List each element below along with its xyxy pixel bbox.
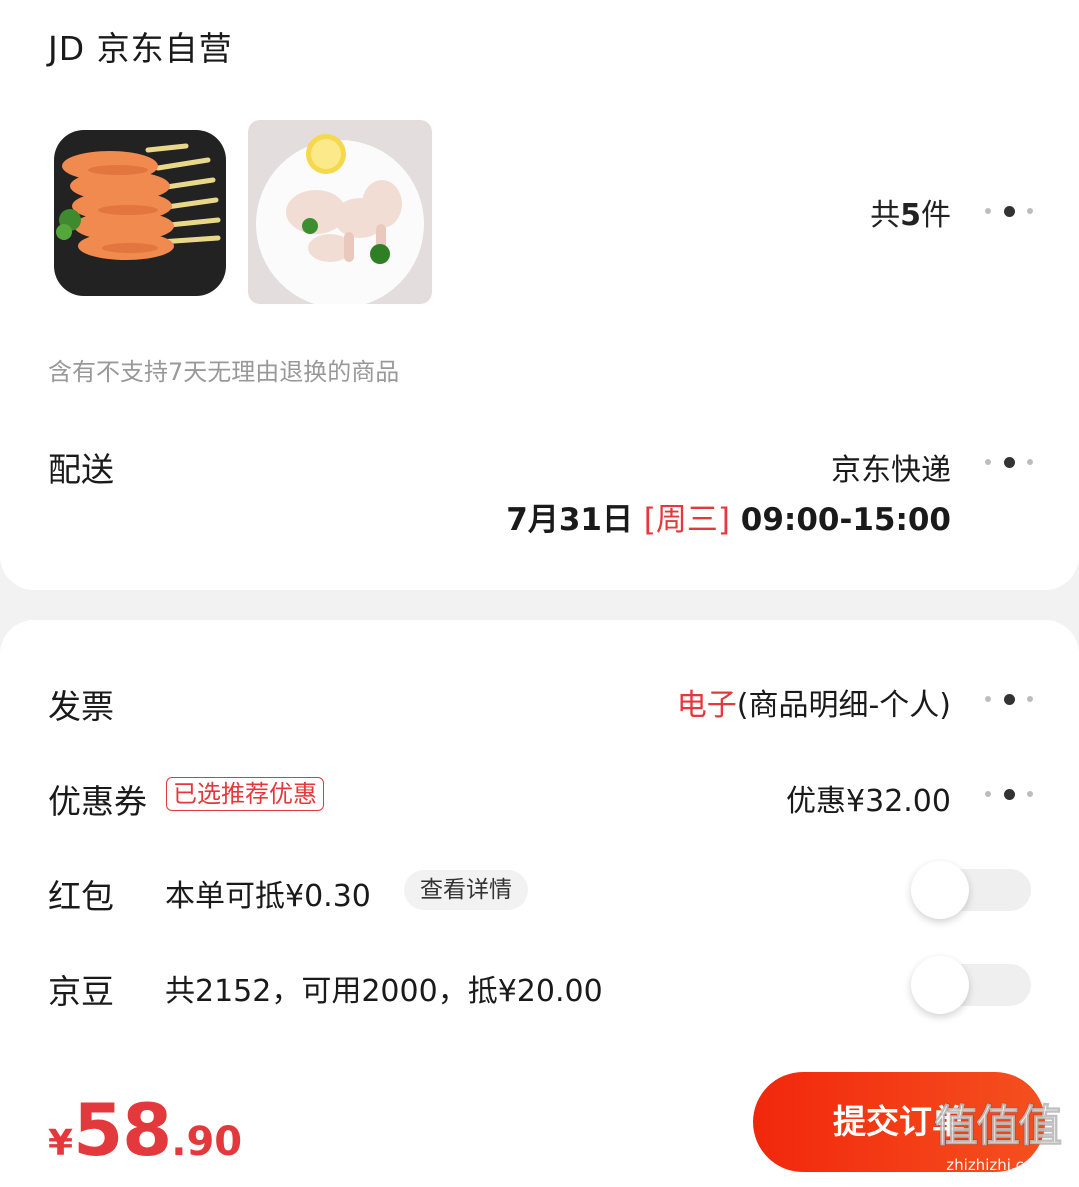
coupon-more-icon[interactable] <box>985 784 1033 804</box>
jingdou-text: 共2152，可用2000，抵¥20.00 <box>165 974 603 1009</box>
watermark-logo: 值值值 zhizhizhi.com <box>923 1098 1071 1180</box>
order-items-card: JD 京东自营 共5件 含有不支持7天无理由退换的商品 配送 京东快递 7月31… <box>0 0 1079 590</box>
product-count[interactable]: 共5件 <box>870 190 951 234</box>
coupon-label: 优惠券 <box>48 782 147 821</box>
red-packet-toggle[interactable] <box>911 861 1031 919</box>
price-decimal: .90 <box>171 1119 243 1165</box>
return-notice: 含有不支持7天无理由退换的商品 <box>48 358 400 386</box>
store-name: 京东自营 <box>96 29 233 68</box>
watermark-url: zhizhizhi.com <box>946 1156 1048 1174</box>
red-packet-label: 红包 <box>48 877 114 916</box>
coupon-value[interactable]: 优惠¥32.00 <box>786 776 951 820</box>
toggle-knob <box>911 861 969 919</box>
delivery-time[interactable]: 7月31日 [周三] 09:00-15:00 <box>506 494 951 539</box>
delivery-more-icon[interactable] <box>985 452 1033 472</box>
jingdou-toggle[interactable] <box>911 956 1031 1014</box>
count-prefix: 共 <box>870 198 901 233</box>
delivery-label: 配送 <box>48 450 114 489</box>
jingdou-label: 京豆 <box>48 972 114 1011</box>
invoice-more-icon[interactable] <box>985 689 1033 709</box>
count-number: 5 <box>900 198 921 233</box>
invoice-label: 发票 <box>48 687 114 726</box>
coupon-recommended-tag: 已选推荐优惠 <box>166 777 324 811</box>
delivery-weekday: [周三] <box>643 502 730 538</box>
delivery-time-range: 09:00-15:00 <box>740 502 951 538</box>
red-packet-text: 本单可抵¥0.30 <box>165 879 371 914</box>
delivery-method[interactable]: 京东快递 <box>831 445 951 489</box>
total-price: ¥58.90 <box>48 1088 242 1172</box>
invoice-value[interactable]: 电子(商品明细-个人) <box>677 680 951 724</box>
invoice-type: 电子 <box>676 688 737 723</box>
price-integer: 58 <box>73 1088 172 1172</box>
chicken-drumsticks-image <box>248 120 432 304</box>
store-header: JD 京东自营 <box>48 22 233 70</box>
view-details-button[interactable]: 查看详情 <box>404 870 528 910</box>
count-suffix: 件 <box>921 198 951 233</box>
product-thumb-2[interactable] <box>248 120 432 304</box>
price-currency: ¥ <box>48 1123 74 1164</box>
delivery-date: 7月31日 <box>506 502 633 538</box>
jd-logo: JD <box>48 29 86 68</box>
product-more-icon[interactable] <box>985 201 1033 221</box>
toggle-knob <box>911 956 969 1014</box>
invoice-detail: (商品明细-个人) <box>736 688 951 723</box>
product-thumb-1[interactable] <box>48 120 232 304</box>
watermark-glyphs: 值值值 <box>934 1101 1063 1153</box>
chicken-skewers-image <box>48 120 232 304</box>
